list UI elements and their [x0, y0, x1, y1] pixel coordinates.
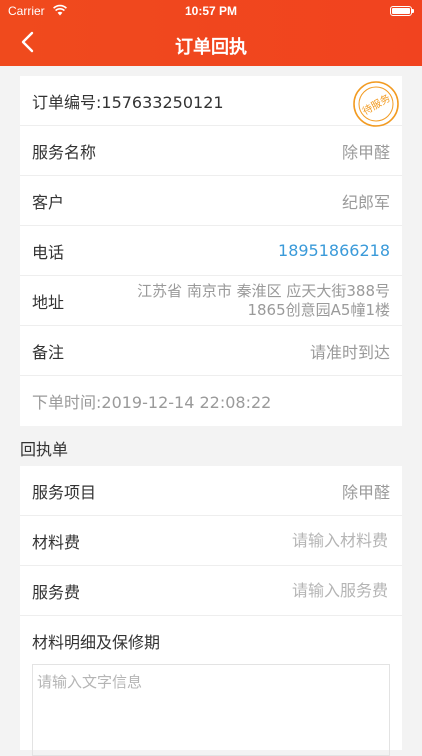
address-line-1: 江苏省 南京市 秦淮区 应天大街388号: [137, 281, 390, 300]
service-name-label: 服务名称: [32, 142, 97, 162]
customer-label: 客户: [32, 192, 65, 212]
phone-link[interactable]: 18951866218: [278, 241, 390, 260]
materials-detail-textarea[interactable]: 请输入文字信息: [32, 664, 390, 756]
service-fee-label: 服务费: [32, 582, 81, 602]
address-line-2: 1865创意园A5幢1楼: [247, 300, 390, 319]
page-title: 订单回执: [175, 37, 247, 58]
receipt-card: 服务项目 除甲醛 材料费 服务费 材料明细及保修期 请输入文字信息: [20, 466, 402, 756]
status-time: 10:57 PM: [184, 4, 238, 18]
service-item-row: 服务项目 除甲醛: [20, 466, 402, 516]
order-number-row: 订单编号:157633250121 待服务: [20, 76, 402, 127]
note-row: 备注 请准时到达: [20, 326, 402, 376]
service-name-value: 除甲醛: [341, 142, 390, 162]
phone-row: 电话 18951866218: [20, 226, 402, 276]
receipt-section-title: 回执单: [20, 440, 69, 459]
note-value: 请准时到达: [309, 342, 390, 362]
service-name-row: 服务名称 除甲醛: [20, 126, 402, 176]
battery-icon: [390, 6, 414, 16]
order-time-row: 下单时间:2019-12-14 22:08:22: [20, 376, 402, 426]
pending-service-stamp-icon: 待服务: [353, 81, 399, 127]
customer-value: 纪郎军: [341, 192, 390, 212]
service-item-label: 服务项目: [32, 482, 97, 502]
nav-header: Carrier 10:57 PM 订单回执: [0, 0, 422, 66]
note-label: 备注: [32, 342, 65, 362]
material-fee-label: 材料费: [32, 532, 81, 552]
order-info-card: 订单编号:157633250121 待服务 服务名称 除甲醛 客户 纪郎军 电话…: [20, 76, 402, 426]
address-label: 地址: [32, 292, 65, 312]
stamp-label: 待服务: [360, 91, 392, 117]
materials-detail-label: 材料明细及保修期: [32, 633, 161, 652]
service-item-value: 除甲醛: [341, 482, 390, 502]
order-number: 订单编号:157633250121: [32, 92, 224, 112]
service-fee-row: 服务费: [20, 566, 402, 616]
address-row: 地址 江苏省 南京市 秦淮区 应天大街388号 1865创意园A5幢1楼: [20, 276, 402, 326]
material-fee-input[interactable]: [226, 530, 390, 551]
phone-label: 电话: [32, 242, 65, 262]
materials-detail-placeholder: 请输入文字信息: [37, 673, 143, 691]
service-fee-input[interactable]: [226, 580, 390, 601]
order-time: 下单时间:2019-12-14 22:08:22: [32, 393, 272, 412]
status-bar: Carrier 10:57 PM: [0, 0, 422, 22]
materials-detail-row: 材料明细及保修期: [20, 616, 402, 666]
material-fee-row: 材料费: [20, 516, 402, 566]
customer-row: 客户 纪郎军: [20, 176, 402, 226]
address-value: 江苏省 南京市 秦淮区 应天大街388号 1865创意园A5幢1楼: [137, 282, 390, 320]
